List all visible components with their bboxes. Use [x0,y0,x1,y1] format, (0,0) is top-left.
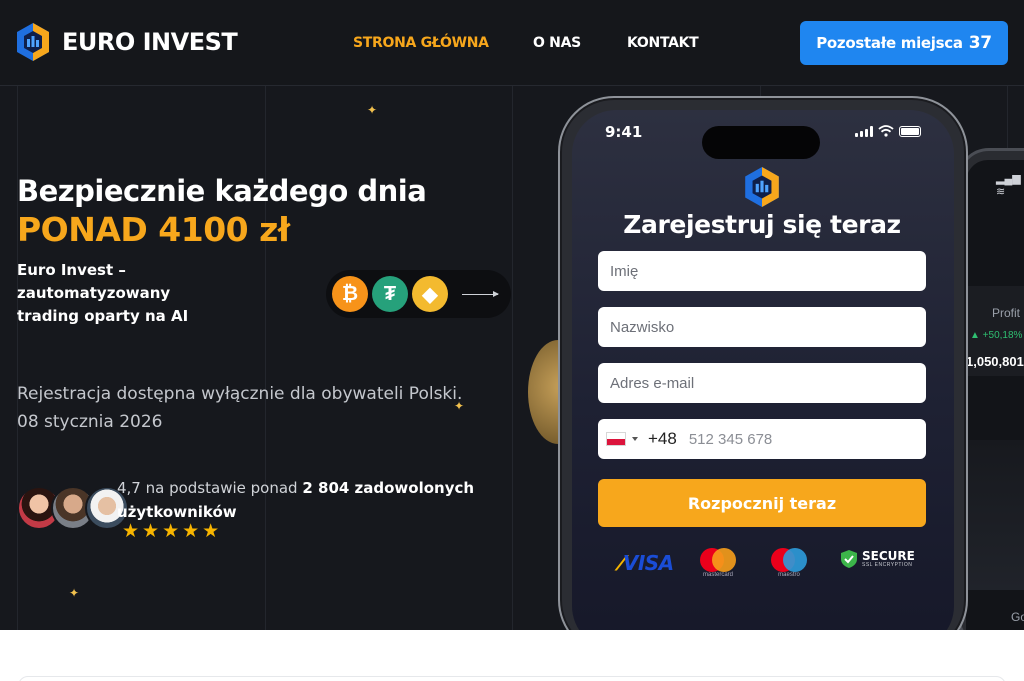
back-phone-label: Go [1011,610,1024,624]
chevron-down-icon[interactable] [632,437,638,441]
registration-notice: Rejestracja dostępna wyłącznie dla obywa… [17,380,462,436]
dynamic-island [702,126,820,159]
crypto-coins-pill: ₿ ₮ ◆ [326,270,511,318]
rating-prefix: 4,7 na podstawie ponad [117,479,298,497]
signal-icon [855,125,873,137]
profit-percent: ▲ +50,18% [970,330,1023,341]
arrow-right-icon [462,290,499,297]
phone-input[interactable] [688,430,869,448]
binance-icon: ◆ [412,276,448,312]
brand-logo[interactable]: EURO INVEST [16,22,238,62]
visa-logo: ⁄VISA [620,551,674,575]
profit-label: Profit [992,306,1021,320]
mastercard-logo: mastercard [698,548,738,578]
email-input[interactable] [598,363,926,403]
first-name-input[interactable] [598,251,926,291]
maestro-logo: maestro [769,548,809,578]
nav-home[interactable]: STRONA GŁÓWNA [353,35,489,51]
user-avatars [17,486,129,530]
notice-text: Rejestracja dostępna wyłącznie dla obywa… [17,384,463,404]
last-name-input[interactable] [598,307,926,347]
sparkle-icon: ✦ [367,103,378,117]
status-icons: ▂▄▆ ≋ [996,173,1021,198]
hero-section: ✦ ✦ ✦ EURO INVEST STRONA GŁÓWNA O NAS KO… [0,0,1024,630]
sparkle-icon: ✦ [69,586,80,600]
submit-button[interactable]: Rozpocznij teraz [598,479,926,527]
grid-line [512,86,513,630]
shield-check-icon [841,550,857,568]
site-header: EURO INVEST STRONA GŁÓWNA O NAS KONTAKT … [0,0,1024,86]
logo-icon [745,167,779,207]
status-icons [855,125,921,137]
grid-line [265,86,266,630]
payment-logos: ⁄VISA mastercard maestro SECURE SSL ENCR… [598,546,926,578]
nav-contact[interactable]: KONTAKT [627,35,699,51]
secure-title: SECURE [862,548,915,563]
notice-date: 08 stycznia 2026 [17,412,163,432]
remaining-spots-label: Pozostałe miejsca [816,34,963,52]
dial-code: +48 [648,429,677,448]
form-title: Zarejestruj się teraz [623,210,901,239]
hero-headline: Bezpiecznie każdego dnia [17,174,427,208]
nav-about[interactable]: O NAS [533,35,581,51]
remaining-spots-count: 37 [968,33,992,53]
hero-tagline: Euro Invest – zautomatyzowany trading op… [17,261,189,325]
country-select[interactable] [606,432,626,446]
profit-chart [966,440,1024,590]
brand-name: EURO INVEST [62,28,238,56]
remaining-spots-button[interactable]: Pozostałe miejsca 37 [800,21,1008,65]
secure-subtitle: SSL ENCRYPTION [862,561,913,568]
grid-line [17,86,18,630]
profit-value: 1,050,801 [966,354,1024,369]
logo-icon [17,23,49,61]
next-section-card [18,676,1006,681]
wifi-icon [878,125,894,137]
ssl-secure-badge: SECURE SSL ENCRYPTION [840,549,915,569]
battery-icon [899,125,921,137]
status-time: 9:41 [605,123,643,141]
rating-text: 4,7 na podstawie ponad 2 804 zadowolonyc… [117,476,477,524]
phone-number-field: +48 [598,419,926,459]
star-rating-icon: ★★★★★ [122,521,223,542]
bitcoin-icon: ₿ [332,276,368,312]
hero-highlight: PONAD 4100 zł [17,210,290,249]
tether-icon: ₮ [372,276,408,312]
